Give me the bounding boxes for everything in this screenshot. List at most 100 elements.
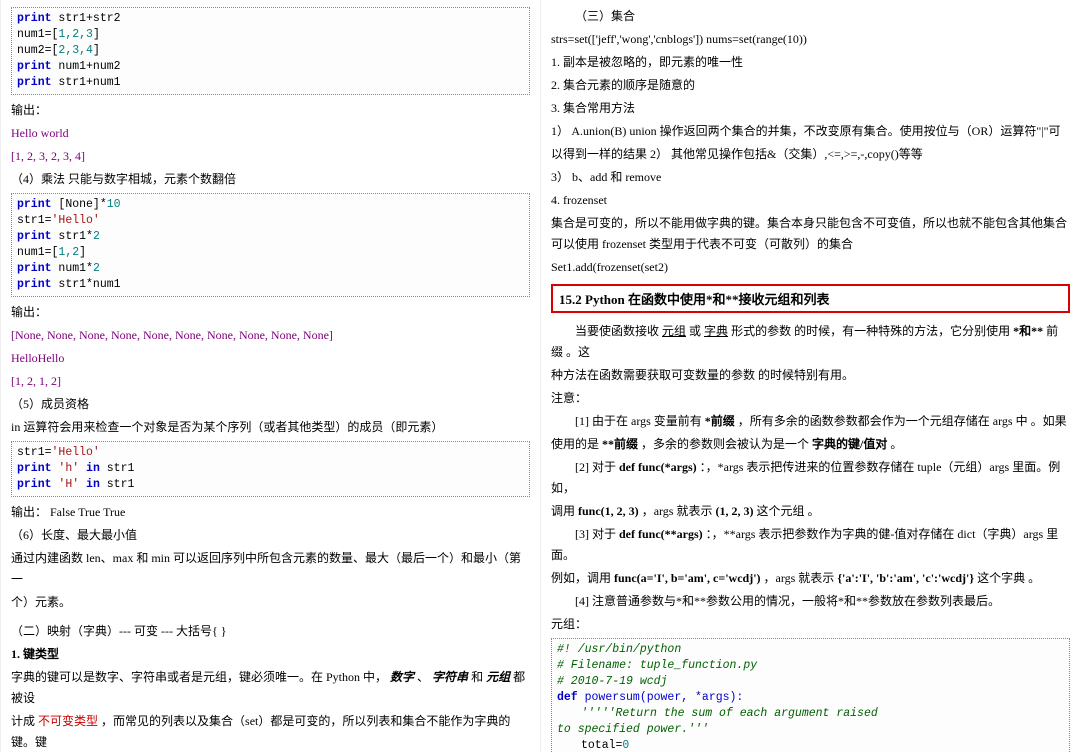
t: 例如，调用: [551, 571, 614, 585]
subtitle: 1. 键类型: [11, 644, 530, 665]
body-text: 集合是可变的，所以不能用做字典的键。集合本身只能包含不可变值，所以也就不能包含其…: [551, 213, 1070, 255]
kw: print: [17, 462, 58, 475]
b: {'a':'I', 'b':'am', 'c':'wcdj'}: [837, 571, 974, 585]
t: ，args 就表示: [764, 571, 835, 585]
codebox-4: #! /usr/bin/python # Filename: tuple_fun…: [551, 638, 1070, 752]
body-text: 2. 集合元素的顺序是随意的: [551, 75, 1070, 96]
t: [3] 对于: [575, 527, 619, 541]
body-text: 3. 集合常用方法: [551, 98, 1070, 119]
body-text: 例如，调用 func(a='I', b='am', c='wcdj') ，arg…: [551, 568, 1070, 589]
output-line: HelloHello: [11, 348, 530, 369]
output-line: [None, None, None, None, None, None, Non…: [11, 325, 530, 346]
kw: print: [17, 262, 52, 275]
code: num1*: [52, 262, 93, 275]
immutable-red: 不可变类型: [38, 714, 98, 728]
docstring: to specified power.''': [557, 722, 1064, 738]
t: 使用的是: [551, 437, 599, 451]
highlight-box: 15.2 Python 在函数中使用*和**接收元组和列表: [551, 284, 1070, 313]
body-text: Set1.add(frozenset(set2): [551, 257, 1070, 278]
code: str1*num1: [52, 278, 121, 291]
body-text: 调用 func(1, 2, 3) ，args 就表示 (1, 2, 3) 这个元…: [551, 501, 1070, 522]
output-line: 输出： False True True: [11, 502, 530, 523]
ul: 字典: [704, 324, 728, 338]
code: total=: [581, 739, 622, 752]
body-text: 4. frozenset: [551, 190, 1070, 211]
code: str1*: [52, 230, 93, 243]
code: str1: [100, 478, 135, 491]
right-column: （三）集合 strs=set(['jeff','wong','cnblogs']…: [540, 0, 1080, 752]
kw: print: [17, 76, 52, 89]
kw: in: [79, 462, 100, 475]
docstring: '''''Return the sum of each argument rai…: [557, 706, 1064, 722]
t: 或: [689, 324, 701, 338]
t: ，所有多余的函数参数都会作为一个元组存储在 args 中 。如果: [738, 414, 1067, 428]
body-text: 当要使函数接收 元组 或 字典 形式的参数 的时候，有一种特殊的方法，它分别使用…: [551, 321, 1070, 363]
t: [1] 由于在 args 变量前有: [575, 414, 702, 428]
kw: print: [17, 60, 52, 73]
kw: print: [17, 478, 58, 491]
body-text: 使用的是 **前缀 ，多余的参数则会被认为是一个 字典的键/值对 。: [551, 434, 1070, 455]
t: 字典的键可以是数字、字符串或者是元组，键必须唯一。在 Python 中，: [11, 670, 387, 684]
section-title: （二）映射（字典）--- 可变 --- 大括号{ }: [11, 621, 530, 642]
output-label: 输出：: [11, 302, 530, 323]
left-column: print str1+str2 num1=[1,2,3] num2=[2,3,4…: [0, 0, 540, 752]
b: **前缀: [602, 437, 638, 451]
output-line: [1, 2, 1, 2]: [11, 371, 530, 392]
body-text: strs=set(['jeff','wong','cnblogs']) nums…: [551, 29, 1070, 50]
str: 'H': [58, 478, 79, 491]
t: 计成: [11, 714, 35, 728]
code: ]: [93, 44, 100, 57]
t: 。: [890, 437, 902, 451]
num: 1,2: [58, 246, 79, 259]
section-title: （三）集合: [551, 6, 1070, 27]
section-title: （5）成员资格: [11, 394, 530, 415]
t: [2] 对于: [575, 460, 619, 474]
b: def func(**args): [619, 527, 703, 541]
b: func(1, 2, 3): [578, 504, 639, 518]
code: ]: [93, 28, 100, 41]
t: 、: [417, 670, 429, 684]
section-title: （6）长度、最大最小值: [11, 525, 530, 546]
kw: print: [17, 230, 52, 243]
body-text: 计成 不可变类型 ，而常见的列表以及集合（set）都是可变的，所以列表和集合不能…: [11, 711, 530, 752]
str: 'Hello': [52, 214, 100, 227]
t: 形式的参数 的时候，有一种特殊的方法，它分别使用: [731, 324, 1010, 338]
section-title: （4）乘法 只能与数字相城，元素个数翻倍: [11, 169, 530, 190]
body-text: [2] 对于 def func(*args) ：，*args 表示把传进来的位置…: [551, 457, 1070, 499]
b: func(a='I', b='am', c='wcdj'): [614, 571, 761, 585]
t: ，多余的参数则会被认为是一个: [641, 437, 809, 451]
body-text: 种方法在函数需要获取可变数量的参数 的时候特别有用。: [551, 365, 1070, 386]
kw: print: [17, 12, 52, 25]
code: num1=[: [17, 28, 58, 41]
output-label: 输出：: [11, 100, 530, 121]
code: num1+num2: [52, 60, 121, 73]
t: 这个元组 。: [756, 504, 819, 518]
code: num2=[: [17, 44, 58, 57]
str: 'Hello': [52, 446, 100, 459]
comment: #! /usr/bin/python: [557, 642, 1064, 658]
body-text: 通过内建函数 len、max 和 min 可以返回序列中所包含元素的数量、最大（…: [11, 548, 530, 590]
codebox-3: str1='Hello' print 'h' in str1 print 'H'…: [11, 441, 530, 497]
body-text: [1] 由于在 args 变量前有 *前缀 ，所有多余的函数参数都会作为一个元组…: [551, 411, 1070, 432]
t: 调用: [551, 504, 578, 518]
code: str1=: [17, 214, 52, 227]
code: str1+num1: [52, 76, 121, 89]
num: 2: [93, 262, 100, 275]
kw: def: [557, 691, 585, 704]
codebox-1: print str1+str2 num1=[1,2,3] num2=[2,3,4…: [11, 7, 530, 95]
fn: powersum(power, *args):: [585, 691, 744, 704]
num: 1,2,3: [58, 28, 93, 41]
num: 2: [93, 230, 100, 243]
b: *前缀: [705, 414, 735, 428]
b: (1, 2, 3): [715, 504, 753, 518]
code: ]: [79, 246, 86, 259]
body-text: 元组：: [551, 614, 1070, 635]
code: str1: [100, 462, 135, 475]
t: 和: [471, 670, 483, 684]
output-line: Hello world: [11, 123, 530, 144]
b: *和**: [1013, 324, 1043, 338]
codebox-2: print [None]*10 str1='Hello' print str1*…: [11, 193, 530, 297]
body-text: 个）元素。: [11, 592, 530, 613]
num: 2,3,4: [58, 44, 93, 57]
ul: 元组: [662, 324, 686, 338]
